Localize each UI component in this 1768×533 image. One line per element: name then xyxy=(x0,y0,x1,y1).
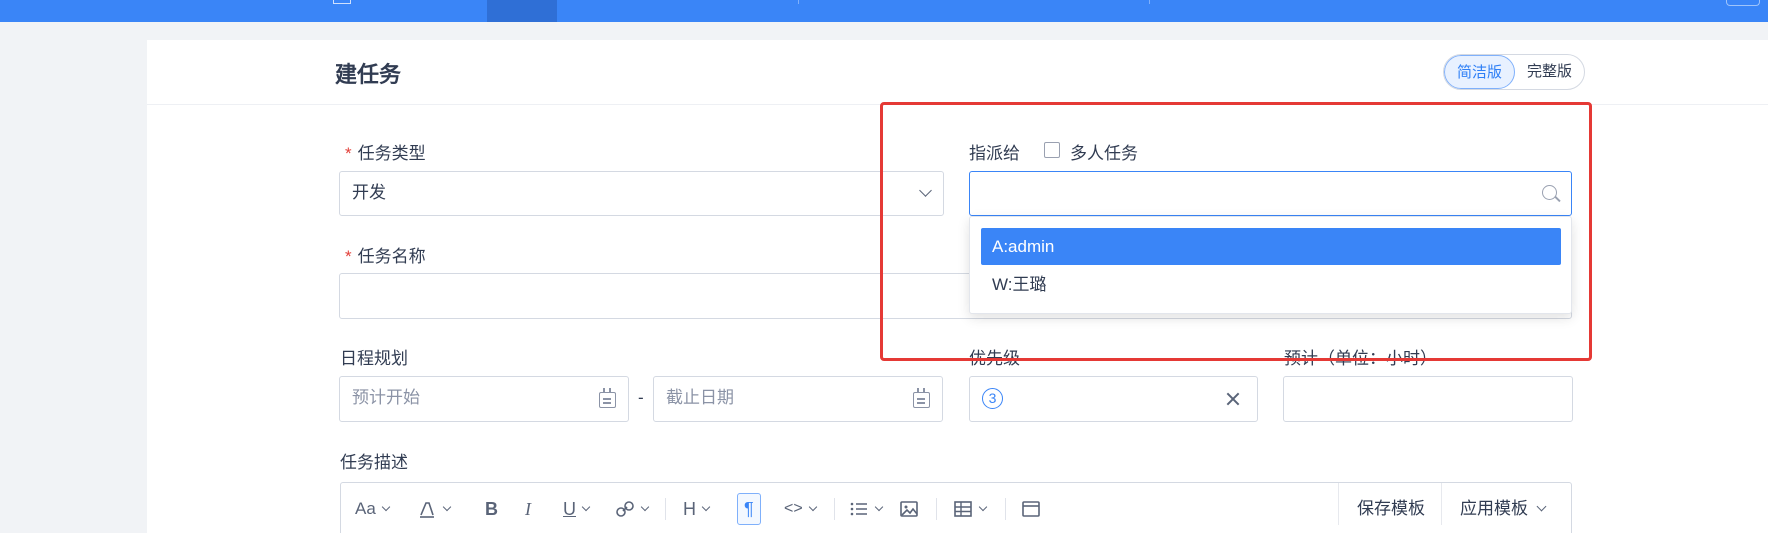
nav-divider xyxy=(798,0,799,4)
multi-task-checkbox[interactable] xyxy=(1044,142,1060,158)
assignee-label: 指派给 xyxy=(969,144,1020,163)
end-date-input[interactable]: 截止日期 xyxy=(653,376,943,422)
page-title: 建任务 xyxy=(335,62,402,87)
italic-tool[interactable]: I xyxy=(525,495,531,523)
link-icon xyxy=(616,501,634,517)
calendar-icon xyxy=(599,388,616,408)
schedule-label: 日程规划 xyxy=(340,349,408,368)
priority-select[interactable]: 3 xyxy=(969,376,1258,422)
multi-task-label: 多人任务 xyxy=(1070,144,1138,163)
date-range-separator: - xyxy=(638,388,644,407)
required-mark: * xyxy=(345,144,352,163)
toolbar-divider xyxy=(665,498,666,520)
apply-template-label: 应用模板 xyxy=(1460,499,1528,518)
assignee-dropdown: A:admin W:王璐 xyxy=(969,216,1572,314)
list-tool[interactable] xyxy=(849,495,884,523)
toolbar-divider xyxy=(834,498,835,520)
simple-view-button[interactable]: 简洁版 xyxy=(1444,55,1516,89)
save-template-button[interactable]: 保存模板 xyxy=(1357,493,1425,525)
start-date-input[interactable]: 预计开始 xyxy=(339,376,629,422)
underline-tool[interactable]: U xyxy=(563,495,591,523)
assignee-option[interactable]: A:admin xyxy=(981,228,1561,265)
font-size-icon: Aa xyxy=(355,499,376,518)
card-header: 建任务 简洁版 完整版 xyxy=(147,40,1768,105)
nav-divider xyxy=(1149,0,1150,4)
task-name-label-text: 任务名称 xyxy=(357,247,426,266)
link-tool[interactable] xyxy=(615,495,650,523)
view-toggle: 简洁版 完整版 xyxy=(1443,54,1586,90)
priority-badge: 3 xyxy=(982,388,1003,409)
table-icon xyxy=(954,501,972,517)
task-type-label-text: 任务类型 xyxy=(357,144,426,163)
chevron-down-icon xyxy=(442,502,452,512)
bold-tool[interactable]: B xyxy=(485,495,498,523)
chevron-down-icon xyxy=(381,502,391,512)
layout-icon xyxy=(1022,501,1040,517)
heading-icon: H xyxy=(683,498,696,519)
task-type-value: 开发 xyxy=(352,183,386,202)
nav-active-tab[interactable] xyxy=(487,0,557,22)
task-name-label: * 任务名称 xyxy=(345,242,426,267)
image-icon xyxy=(900,501,918,517)
estimate-label: 预计（单位：小时） xyxy=(1284,349,1437,368)
chevron-down-icon xyxy=(919,184,932,197)
apply-template-button[interactable]: 应用模板 xyxy=(1460,493,1547,525)
task-type-select[interactable]: 开发 xyxy=(339,171,944,216)
assignee-search-input[interactable] xyxy=(969,171,1572,216)
nav-icon[interactable] xyxy=(333,0,351,4)
nav-corner-button[interactable] xyxy=(1726,0,1760,6)
toolbar-divider xyxy=(936,498,937,520)
calendar-icon xyxy=(913,388,930,408)
toolbar-divider xyxy=(1441,483,1442,525)
heading-tool[interactable]: H xyxy=(683,495,711,523)
priority-label: 优先级 xyxy=(969,349,1020,368)
list-icon xyxy=(850,502,867,516)
chevron-down-icon xyxy=(874,502,884,512)
start-date-placeholder: 预计开始 xyxy=(352,388,420,407)
chevron-down-icon xyxy=(640,502,650,512)
assignee-option[interactable]: W:王璐 xyxy=(981,266,1561,303)
clear-icon[interactable] xyxy=(1226,392,1240,406)
description-label: 任务描述 xyxy=(340,453,408,472)
underline-icon: U xyxy=(563,498,576,519)
top-nav-bar xyxy=(0,0,1768,22)
brush-icon xyxy=(420,502,434,518)
chevron-down-icon xyxy=(581,502,591,512)
chevron-down-icon xyxy=(1536,501,1547,512)
text-color-tool[interactable] xyxy=(417,495,452,523)
toolbar-divider xyxy=(1005,498,1006,520)
image-tool[interactable] xyxy=(899,495,919,523)
task-type-label: * 任务类型 xyxy=(345,139,426,164)
search-icon xyxy=(1542,185,1557,200)
chevron-down-icon xyxy=(978,502,988,512)
table-tool[interactable] xyxy=(953,495,988,523)
chevron-down-icon xyxy=(701,502,711,512)
code-icon: <> xyxy=(784,500,803,517)
toolbar-divider xyxy=(1338,483,1339,525)
description-editor[interactable]: Aa B I U H ¶ <> 保存模板 应用模板 xyxy=(340,482,1572,533)
font-size-tool[interactable]: Aa xyxy=(355,495,391,523)
full-view-button[interactable]: 完整版 xyxy=(1515,55,1584,89)
code-tool[interactable]: <> xyxy=(784,495,817,523)
layout-tool[interactable] xyxy=(1021,495,1041,523)
end-date-placeholder: 截止日期 xyxy=(666,388,734,407)
chevron-down-icon xyxy=(808,502,817,512)
required-mark: * xyxy=(345,247,352,266)
estimate-input[interactable] xyxy=(1283,376,1573,422)
paragraph-tool[interactable]: ¶ xyxy=(737,493,761,525)
